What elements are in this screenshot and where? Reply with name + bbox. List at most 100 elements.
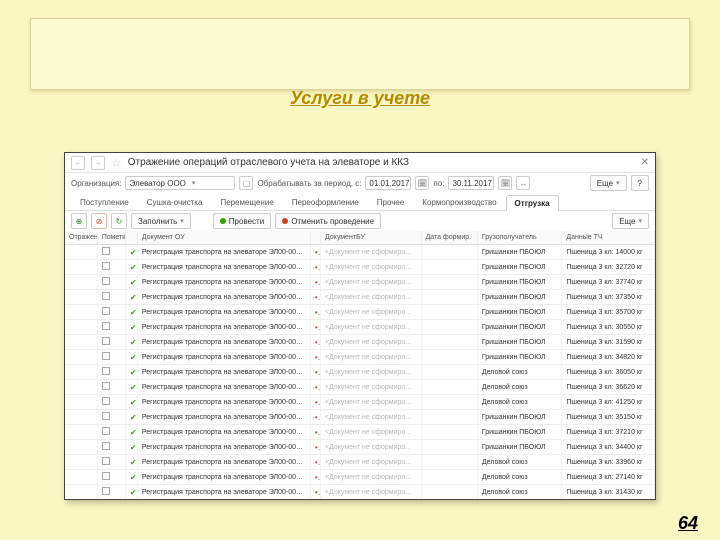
checkbox-icon[interactable]: [102, 442, 110, 450]
table-row[interactable]: ✔Регистрация транспорта на элеваторе ЭЛ0…: [65, 335, 655, 350]
date-from-input[interactable]: 01.01.2017: [365, 176, 411, 190]
cell-doc-ou[interactable]: Регистрация транспорта на элеваторе ЭЛ00…: [137, 380, 310, 395]
checkbox-icon[interactable]: [102, 277, 110, 285]
cell-doc-ou[interactable]: Регистрация транспорта на элеваторе ЭЛ00…: [137, 440, 310, 455]
col-doc-bu[interactable]: ДокументБУ: [320, 231, 421, 245]
checkbox-icon[interactable]: [102, 412, 110, 420]
checkbox-icon[interactable]: [102, 352, 110, 360]
col-recipient[interactable]: Грузополучатель: [477, 231, 562, 245]
cell-doc-bu[interactable]: <Документ не сформиро...: [320, 485, 421, 500]
cell-doc-bu[interactable]: <Документ не сформиро...: [320, 350, 421, 365]
cell-doc-bu[interactable]: <Документ не сформиро...: [320, 305, 421, 320]
checkbox-icon[interactable]: [102, 457, 110, 465]
tab-6[interactable]: Отгрузка: [506, 195, 559, 211]
cell-doc-bu[interactable]: <Документ не сформиро...: [320, 380, 421, 395]
cell-doc-ou[interactable]: Регистрация транспорта на элеваторе ЭЛ00…: [137, 365, 310, 380]
cell-doc-ou[interactable]: Регистрация транспорта на элеваторе ЭЛ00…: [137, 410, 310, 425]
more-button[interactable]: Еще ▾: [590, 175, 627, 191]
cell-doc-bu[interactable]: <Документ не сформиро...: [320, 395, 421, 410]
table-row[interactable]: ✔Регистрация транспорта на элеваторе ЭЛ0…: [65, 395, 655, 410]
tab-0[interactable]: Поступление: [71, 194, 138, 210]
checkbox-icon[interactable]: [102, 427, 110, 435]
col-status[interactable]: [125, 231, 137, 245]
checkbox-icon[interactable]: [102, 322, 110, 330]
date-to-picker[interactable]: 🗓: [498, 176, 512, 190]
checkbox-icon[interactable]: [102, 307, 110, 315]
table-row[interactable]: ✔Регистрация транспорта на элеваторе ЭЛ0…: [65, 365, 655, 380]
cell-mark[interactable]: [97, 335, 125, 350]
col-doc-status[interactable]: [310, 231, 320, 245]
nav-back-button[interactable]: ←: [71, 156, 85, 170]
cell-mark[interactable]: [97, 290, 125, 305]
cell-doc-ou[interactable]: Регистрация транспорта на элеваторе ЭЛ00…: [137, 485, 310, 500]
cell-doc-ou[interactable]: Регистрация транспорта на элеваторе ЭЛ00…: [137, 455, 310, 470]
table-row[interactable]: ✔Регистрация транспорта на элеваторе ЭЛ0…: [65, 260, 655, 275]
cell-mark[interactable]: [97, 305, 125, 320]
col-mark[interactable]: Пометка: [97, 231, 125, 245]
checkbox-icon[interactable]: [102, 382, 110, 390]
checkbox-icon[interactable]: [102, 472, 110, 480]
cancel-post-button[interactable]: Отменить проведение: [275, 213, 381, 229]
date-to-input[interactable]: 30.11.2017: [448, 176, 494, 190]
data-grid[interactable]: Отражен Пометка Документ ОУ ДокументБУ Д…: [65, 231, 655, 499]
table-row[interactable]: ✔Регистрация транспорта на элеваторе ЭЛ0…: [65, 485, 655, 500]
close-icon[interactable]: ✕: [641, 157, 649, 168]
add-button[interactable]: ⊕: [71, 213, 87, 229]
cell-mark[interactable]: [97, 425, 125, 440]
fill-button[interactable]: Заполнить ▾: [131, 213, 191, 229]
table-row[interactable]: ✔Регистрация транспорта на элеваторе ЭЛ0…: [65, 440, 655, 455]
table-row[interactable]: ✔Регистрация транспорта на элеваторе ЭЛ0…: [65, 425, 655, 440]
checkbox-icon[interactable]: [102, 367, 110, 375]
cell-doc-ou[interactable]: Регистрация транспорта на элеваторе ЭЛ00…: [137, 305, 310, 320]
cell-doc-ou[interactable]: Регистрация транспорта на элеваторе ЭЛ00…: [137, 350, 310, 365]
table-row[interactable]: ✔Регистрация транспорта на элеваторе ЭЛ0…: [65, 380, 655, 395]
nav-forward-button[interactable]: →: [91, 156, 105, 170]
cell-doc-bu[interactable]: <Документ не сформиро...: [320, 290, 421, 305]
cell-doc-ou[interactable]: Регистрация транспорта на элеваторе ЭЛ00…: [137, 395, 310, 410]
table-row[interactable]: ✔Регистрация транспорта на элеваторе ЭЛ0…: [65, 305, 655, 320]
cell-doc-bu[interactable]: <Документ не сформиро...: [320, 275, 421, 290]
cell-mark[interactable]: [97, 470, 125, 485]
cell-doc-bu[interactable]: <Документ не сформиро...: [320, 365, 421, 380]
cell-mark[interactable]: [97, 485, 125, 500]
cell-doc-ou[interactable]: Регистрация транспорта на элеваторе ЭЛ00…: [137, 320, 310, 335]
cell-mark[interactable]: [97, 380, 125, 395]
cell-doc-ou[interactable]: Регистрация транспорта на элеваторе ЭЛ00…: [137, 275, 310, 290]
table-row[interactable]: ✔Регистрация транспорта на элеваторе ЭЛ0…: [65, 350, 655, 365]
cell-mark[interactable]: [97, 410, 125, 425]
cell-mark[interactable]: [97, 350, 125, 365]
cell-doc-ou[interactable]: Регистрация транспорта на элеваторе ЭЛ00…: [137, 335, 310, 350]
tab-4[interactable]: Прочее: [368, 194, 414, 210]
cell-doc-ou[interactable]: Регистрация транспорта на элеваторе ЭЛ00…: [137, 470, 310, 485]
cell-doc-bu[interactable]: <Документ не сформиро...: [320, 470, 421, 485]
cell-doc-ou[interactable]: Регистрация транспорта на элеваторе ЭЛ00…: [137, 290, 310, 305]
col-doc-ou[interactable]: Документ ОУ: [137, 231, 310, 245]
cell-doc-bu[interactable]: <Документ не сформиро...: [320, 410, 421, 425]
grid-more-button[interactable]: Еще ▾: [612, 213, 649, 229]
table-row[interactable]: ✔Регистрация транспорта на элеваторе ЭЛ0…: [65, 455, 655, 470]
checkbox-icon[interactable]: [102, 292, 110, 300]
cell-doc-bu[interactable]: <Документ не сформиро...: [320, 455, 421, 470]
cell-mark[interactable]: [97, 245, 125, 260]
tab-1[interactable]: Сушка-очистка: [138, 194, 212, 210]
remove-button[interactable]: ⊘: [91, 213, 107, 229]
tab-2[interactable]: Перемещение: [211, 194, 282, 210]
table-row[interactable]: ✔Регистрация транспорта на элеваторе ЭЛ0…: [65, 275, 655, 290]
org-open-button[interactable]: ▢: [239, 176, 253, 190]
cell-mark[interactable]: [97, 455, 125, 470]
cell-doc-bu[interactable]: <Документ не сформиро...: [320, 245, 421, 260]
date-from-picker[interactable]: 🗓: [415, 176, 429, 190]
cell-doc-ou[interactable]: Регистрация транспорта на элеваторе ЭЛ00…: [137, 260, 310, 275]
favorite-star-icon[interactable]: ☆: [111, 156, 122, 170]
cell-mark[interactable]: [97, 320, 125, 335]
cell-doc-ou[interactable]: Регистрация транспорта на элеваторе ЭЛ00…: [137, 425, 310, 440]
col-date[interactable]: Дата формир.: [421, 231, 477, 245]
checkbox-icon[interactable]: [102, 262, 110, 270]
table-row[interactable]: ✔Регистрация транспорта на элеваторе ЭЛ0…: [65, 245, 655, 260]
refresh-button[interactable]: ↻: [111, 213, 127, 229]
table-row[interactable]: ✔Регистрация транспорта на элеваторе ЭЛ0…: [65, 290, 655, 305]
period-apply-button[interactable]: ↔: [516, 176, 530, 190]
checkbox-icon[interactable]: [102, 487, 110, 495]
cell-mark[interactable]: [97, 395, 125, 410]
col-data[interactable]: Данные ТЧ: [562, 231, 655, 245]
